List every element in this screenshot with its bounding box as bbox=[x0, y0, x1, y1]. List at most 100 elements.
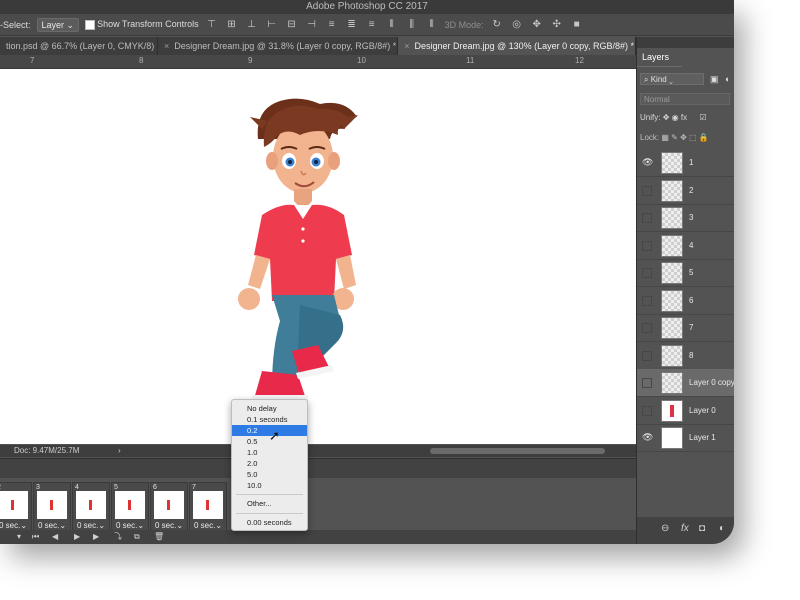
document-tab[interactable]: × Designer Dream.jpg @ 130% (Layer 0 copy… bbox=[398, 37, 636, 55]
next-frame-icon[interactable]: ▶ bbox=[93, 530, 99, 544]
frame-delay-select[interactable]: 0 sec.⌄ bbox=[0, 521, 31, 530]
auto-select-dropdown[interactable]: Layer ⌄ bbox=[36, 17, 80, 32]
distribute-top-icon[interactable]: ≡ bbox=[325, 19, 339, 30]
tween-icon[interactable]: ⤵ bbox=[114, 530, 122, 544]
layer-row[interactable]: 2 bbox=[637, 177, 734, 205]
frame-delay-select[interactable]: 0 sec.⌄ bbox=[112, 521, 148, 530]
close-tab-icon[interactable]: × bbox=[404, 41, 409, 51]
new-adjustment-icon[interactable]: ◐ bbox=[719, 523, 725, 534]
frame-delay-value: 0 sec. bbox=[0, 521, 21, 530]
lock-artboard-icon[interactable]: ⬚ bbox=[689, 133, 697, 142]
align-right-icon[interactable]: ⊣ bbox=[305, 19, 319, 30]
eye-icon[interactable]: 👁 bbox=[642, 157, 653, 167]
layer-row[interactable]: 5 bbox=[637, 259, 734, 287]
visibility-toggle[interactable] bbox=[642, 350, 652, 361]
mouse-cursor-icon: ➚ bbox=[269, 428, 280, 443]
delay-other-option[interactable]: Other... bbox=[232, 498, 307, 509]
frame-number: 2 bbox=[0, 484, 1, 491]
layers-tab[interactable]: Layers bbox=[637, 48, 682, 67]
visibility-toggle[interactable] bbox=[642, 378, 652, 388]
frame-thumbnail bbox=[0, 491, 28, 519]
animation-frame[interactable]: 2 0 sec.⌄ bbox=[0, 482, 32, 532]
fx-icon[interactable]: fx bbox=[681, 523, 689, 534]
unify-visibility-icon[interactable]: ◉ bbox=[672, 113, 679, 122]
checkbox-icon bbox=[85, 19, 96, 30]
layer-row[interactable]: 👁 1 bbox=[637, 149, 734, 177]
visibility-toggle[interactable] bbox=[642, 295, 652, 306]
animation-frame[interactable]: 4 0 sec.⌄ bbox=[72, 482, 110, 532]
delay-option[interactable]: 10.0 bbox=[232, 480, 307, 491]
animation-frame[interactable]: 6 0 sec.⌄ bbox=[150, 482, 188, 532]
layer-row[interactable]: 8 bbox=[637, 342, 734, 370]
horizontal-scrollbar[interactable] bbox=[430, 448, 605, 454]
duplicate-frame-icon[interactable]: ⧉ bbox=[134, 530, 140, 544]
frame-delay-select[interactable]: 0 sec.⌄ bbox=[34, 521, 70, 530]
frame-delay-select[interactable]: 0 sec.⌄ bbox=[73, 521, 109, 530]
delete-frame-icon[interactable]: 🗑 bbox=[154, 530, 164, 544]
frame-delay-select[interactable]: 0 sec.⌄ bbox=[190, 521, 226, 530]
align-vcenter-icon[interactable]: ⊞ bbox=[225, 19, 239, 30]
align-top-icon[interactable]: ⊤ bbox=[205, 19, 219, 30]
play-icon[interactable]: ▶ bbox=[74, 530, 80, 544]
layer-row[interactable]: 7 bbox=[637, 314, 734, 342]
layer-row[interactable]: 3 bbox=[637, 204, 734, 232]
frame-delay-select[interactable]: 0 sec.⌄ bbox=[151, 521, 187, 530]
propagate-checkbox[interactable]: ☑ bbox=[699, 113, 706, 122]
visibility-toggle[interactable] bbox=[642, 268, 652, 278]
delay-option[interactable]: 5.0 bbox=[232, 469, 307, 480]
3d-roll-icon[interactable]: ◎ bbox=[510, 19, 524, 30]
document-tab[interactable]: × Designer Dream.jpg @ 31.8% (Layer 0 cop… bbox=[158, 37, 399, 55]
visibility-toggle[interactable] bbox=[642, 323, 652, 333]
animation-frame[interactable]: 7 0 sec.⌄ bbox=[189, 482, 227, 532]
blend-mode-select[interactable]: Normal bbox=[640, 93, 730, 105]
align-hcenter-icon[interactable]: ⊟ bbox=[285, 19, 299, 30]
close-tab-icon[interactable]: × bbox=[164, 41, 169, 51]
unify-style-icon[interactable]: fx bbox=[681, 113, 687, 122]
document-canvas[interactable] bbox=[0, 69, 636, 444]
layer-row[interactable]: 4 bbox=[637, 232, 734, 260]
status-menu-arrow[interactable]: › bbox=[118, 445, 121, 457]
document-tab[interactable]: tion.psd @ 66.7% (Layer 0, CMYK/8) bbox=[0, 37, 158, 55]
add-mask-icon[interactable]: ◘ bbox=[699, 523, 705, 534]
align-bottom-icon[interactable]: ⊥ bbox=[245, 19, 259, 30]
3d-slide-icon[interactable]: ✣ bbox=[550, 19, 564, 30]
lock-row: Lock: ▦ ✎ ✥ ⬚ 🔒 bbox=[640, 133, 709, 142]
layer-row[interactable]: 6 bbox=[637, 287, 734, 315]
distribute-center-icon[interactable]: ⫼ bbox=[405, 19, 419, 30]
lock-move-icon[interactable]: ✥ bbox=[680, 133, 687, 142]
layer-row[interactable]: Layer 0 bbox=[637, 397, 734, 425]
animation-frame[interactable]: 3 0 sec.⌄ bbox=[33, 482, 71, 532]
3d-rotate-icon[interactable]: ↻ bbox=[490, 19, 504, 30]
visibility-toggle[interactable] bbox=[642, 185, 652, 196]
distribute-left-icon[interactable]: ⦀ bbox=[385, 19, 399, 30]
distribute-right-icon[interactable]: ⦀ bbox=[425, 19, 439, 30]
distribute-bottom-icon[interactable]: ≡ bbox=[365, 19, 379, 30]
layer-row[interactable]: Layer 0 copy bbox=[637, 369, 734, 397]
visibility-toggle[interactable] bbox=[642, 240, 652, 251]
distribute-middle-icon[interactable]: ≣ bbox=[345, 19, 359, 30]
align-left-icon[interactable]: ⊢ bbox=[265, 19, 279, 30]
lock-pixels-icon[interactable]: ▦ bbox=[661, 133, 669, 142]
previous-frame-icon[interactable]: ◀ bbox=[52, 530, 58, 544]
visibility-toggle[interactable] bbox=[642, 213, 652, 223]
animation-frame[interactable]: 5 0 sec.⌄ bbox=[111, 482, 149, 532]
visibility-toggle[interactable] bbox=[642, 405, 652, 416]
lock-all-icon[interactable]: 🔒 bbox=[699, 133, 709, 142]
adjustment-filter-icon[interactable]: ◐ bbox=[725, 74, 730, 84]
link-layers-icon[interactable]: ⊖ bbox=[661, 523, 669, 534]
eye-icon[interactable]: 👁 bbox=[642, 432, 653, 442]
loop-options-icon[interactable]: ▾ bbox=[17, 530, 21, 544]
delay-option[interactable]: 2.0 bbox=[232, 458, 307, 469]
show-transform-toggle[interactable]: Show Transform Controls bbox=[85, 19, 199, 30]
lock-paint-icon[interactable]: ✎ bbox=[671, 133, 678, 142]
image-filter-icon[interactable]: ▣ bbox=[710, 74, 719, 85]
3d-pan-icon[interactable]: ✥ bbox=[530, 19, 544, 30]
first-frame-icon[interactable]: ⏮ bbox=[32, 530, 39, 544]
3d-scale-icon[interactable]: ■ bbox=[570, 19, 584, 30]
delay-option[interactable]: 0.1 seconds bbox=[232, 414, 307, 425]
delay-option[interactable]: 1.0 bbox=[232, 447, 307, 458]
layer-row[interactable]: 👁 Layer 1 bbox=[637, 424, 734, 452]
kind-filter[interactable]: ⌕ Kind ⌄ bbox=[640, 73, 704, 85]
delay-option[interactable]: No delay bbox=[232, 403, 307, 414]
unify-position-icon[interactable]: ✥ bbox=[663, 113, 670, 122]
